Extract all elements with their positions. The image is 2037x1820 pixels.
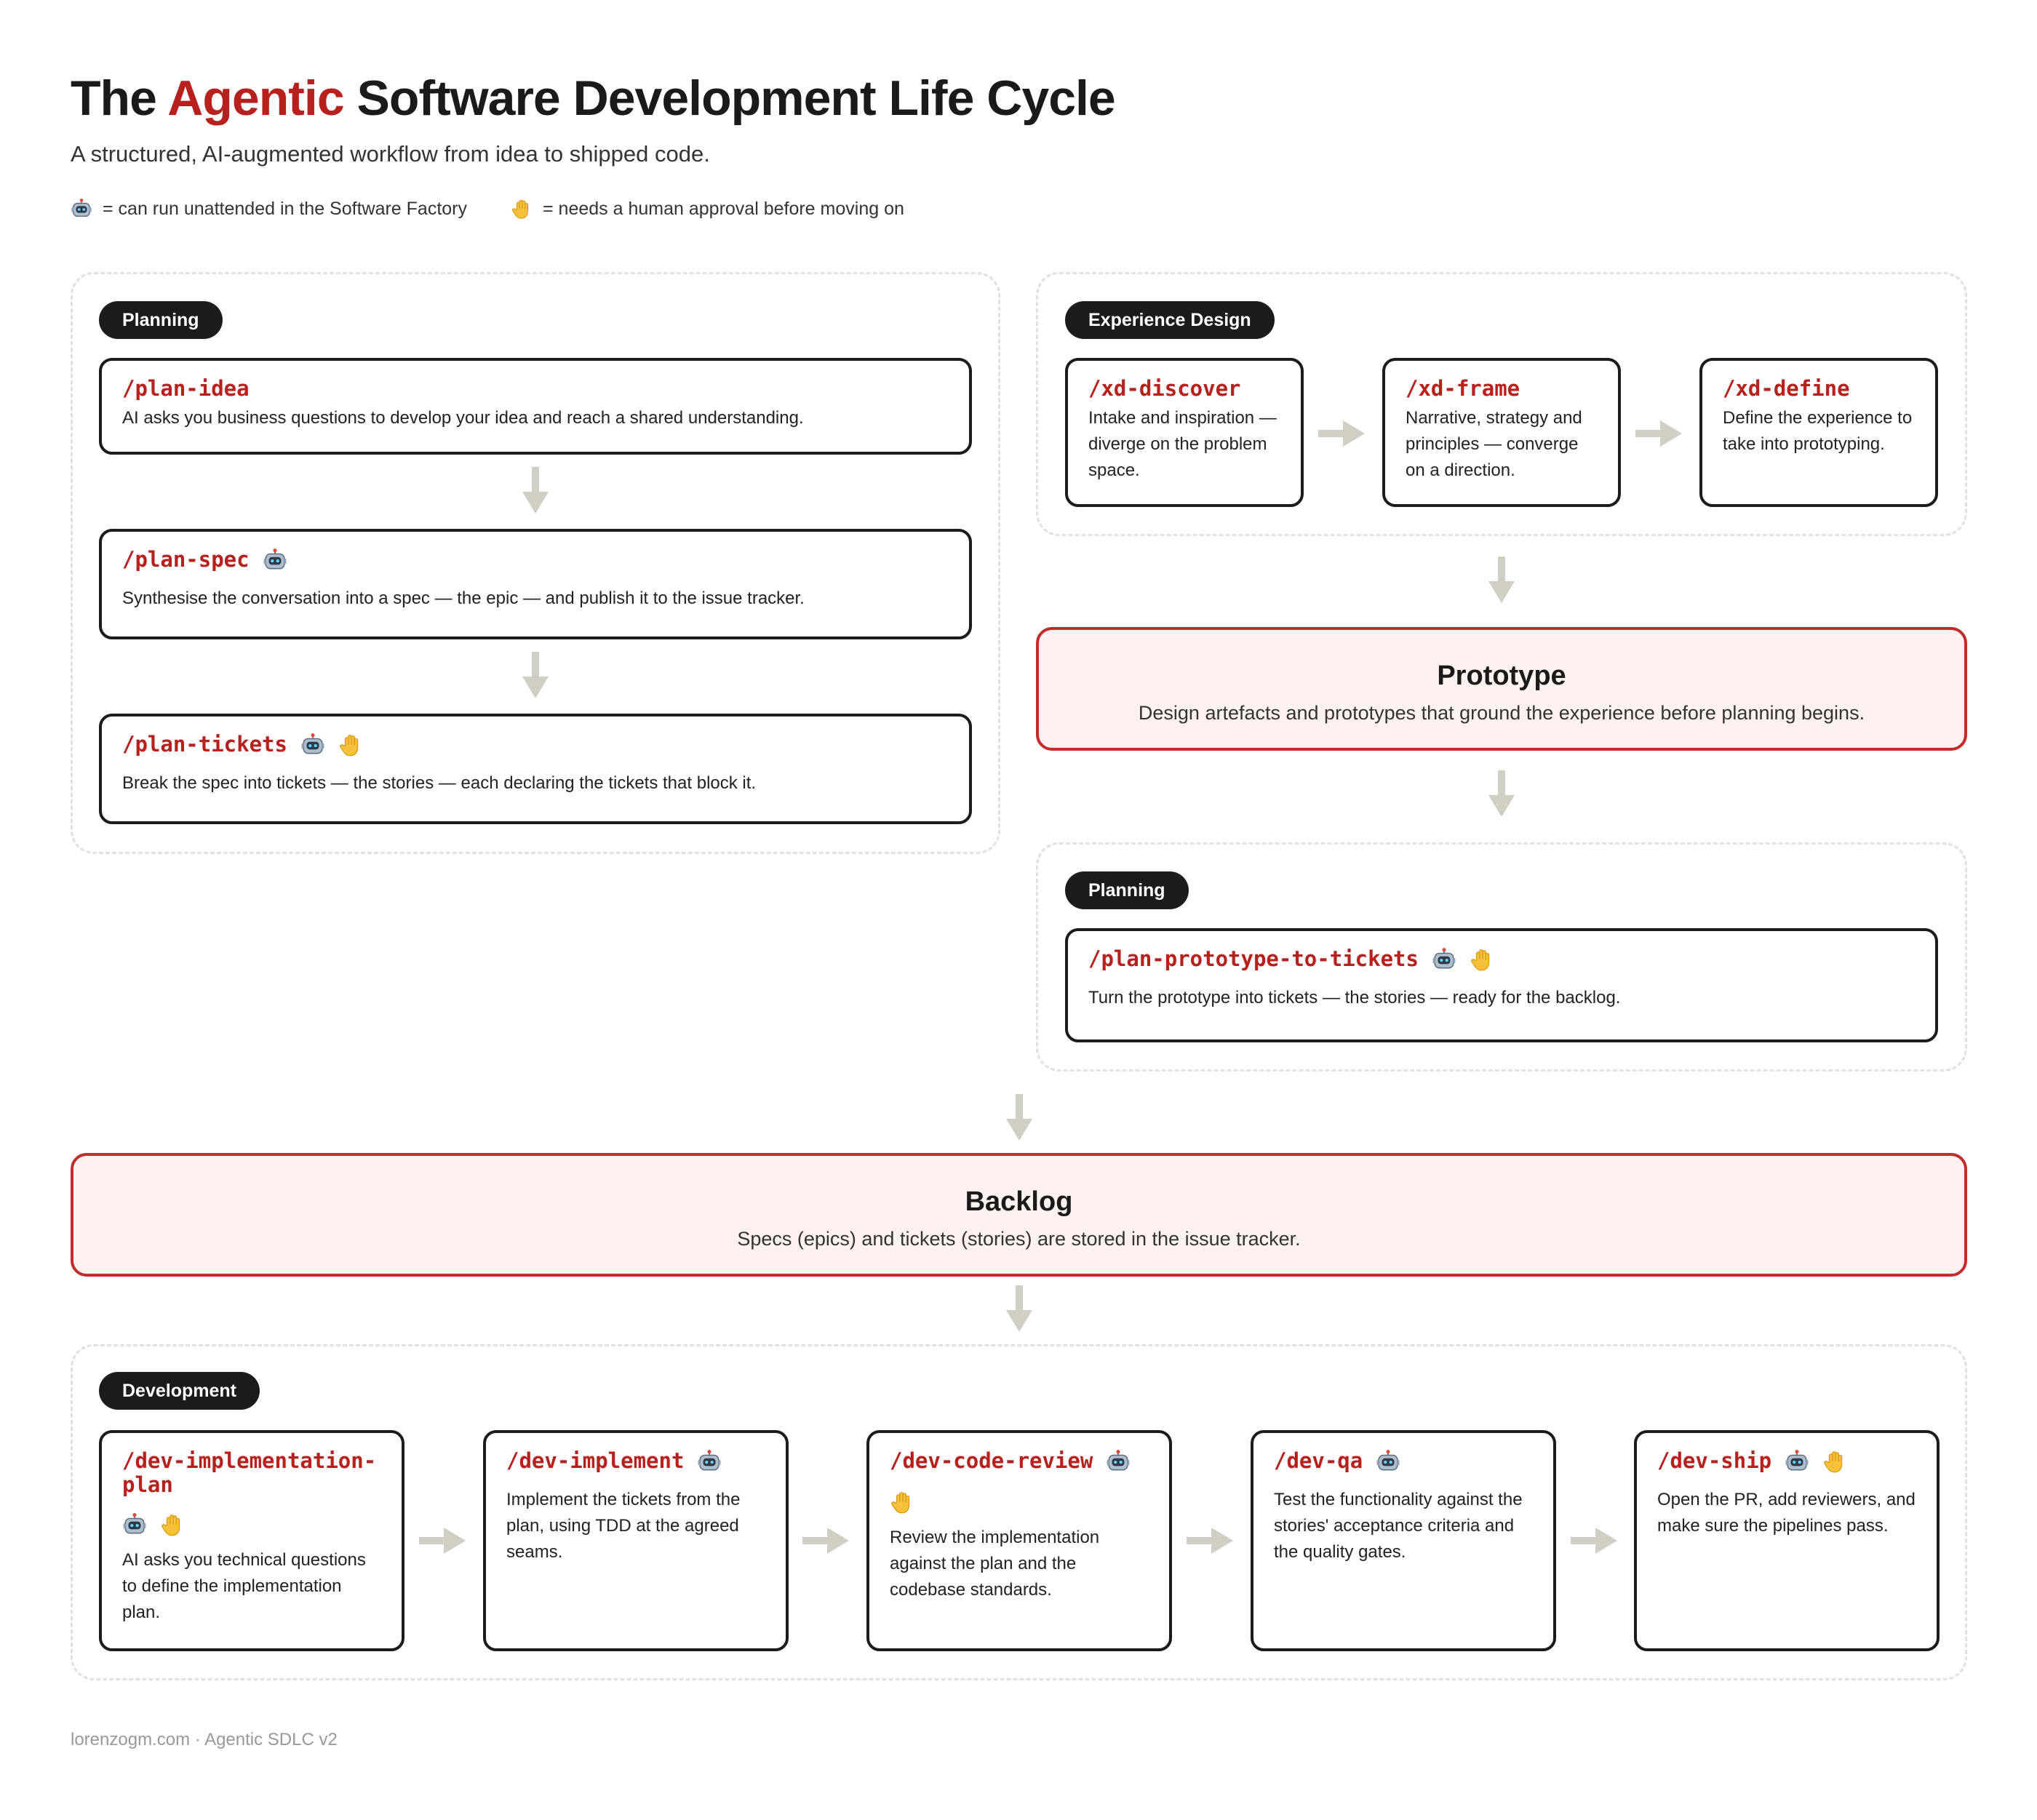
dev-ship-card[interactable]: /dev-ship Open the PR, add reviewers, an… — [1634, 1430, 1940, 1651]
card-title: /plan-tickets — [122, 732, 949, 757]
arrow-down-icon — [1005, 1094, 1034, 1141]
command-name: /dev-ship — [1657, 1448, 1772, 1474]
card-description: Open the PR, add reviewers, and make sur… — [1657, 1490, 1916, 1536]
card-description: Synthesise the conversation into a spec … — [122, 588, 805, 608]
robot-icon — [263, 548, 287, 572]
title-suffix: Software Development Life Cycle — [356, 71, 1116, 126]
robot-icon — [1106, 1449, 1131, 1474]
legend-robot-text: = can run unattended in the Software Fac… — [103, 198, 468, 219]
footer-credit: lorenzogm.com · Agentic SDLC v2 — [71, 1730, 338, 1749]
card-title: /dev-qa — [1274, 1448, 1533, 1474]
xd-discover-card[interactable]: /xd-discover Intake and inspiration — di… — [1065, 358, 1304, 507]
stage-description: Specs (epics) and tickets (stories) are … — [737, 1228, 1301, 1250]
command-name: /xd-define — [1723, 376, 1850, 401]
planning-label: Planning — [99, 301, 223, 339]
card-icons — [890, 1490, 1149, 1514]
robot-icon — [1432, 947, 1456, 972]
hand-icon — [338, 733, 363, 757]
plan-prototype-to-tickets-card[interactable]: /plan-prototype-to-tickets Turn the prot… — [1065, 928, 1938, 1042]
hand-icon — [511, 198, 533, 220]
planning-prototype-label: Planning — [1065, 871, 1189, 909]
card-description: Intake and inspiration — diverge on the … — [1088, 408, 1277, 481]
card-description: Define the experience to take into proto… — [1723, 408, 1913, 455]
command-name: /xd-frame — [1406, 376, 1520, 401]
hand-icon — [1822, 1449, 1847, 1474]
backlog-stage: Backlog Specs (epics) and tickets (stori… — [71, 1153, 1967, 1277]
arrow-right-icon — [1635, 419, 1682, 448]
arrow-right-icon — [1571, 1526, 1617, 1555]
card-title: /plan-prototype-to-tickets — [1088, 946, 1915, 972]
command-name: /dev-implementation-plan — [122, 1448, 377, 1498]
robot-icon — [300, 733, 325, 757]
page-title: The Agentic Software Development Life Cy… — [71, 70, 1116, 127]
card-description: Narrative, strategy and principles — con… — [1406, 408, 1582, 481]
arrow-down-icon — [521, 652, 550, 698]
plan-tickets-card[interactable]: /plan-tickets Break the spec into ticket… — [99, 714, 972, 824]
card-title: /xd-define — [1723, 376, 1915, 401]
card-title: /xd-frame — [1406, 376, 1598, 401]
card-description: Implement the tickets from the plan, usi… — [506, 1490, 741, 1562]
card-title: /xd-discover — [1088, 376, 1280, 401]
robot-icon — [71, 198, 92, 220]
card-description: Review the implementation against the pl… — [890, 1528, 1100, 1600]
hand-icon — [160, 1512, 185, 1537]
card-title: /plan-idea — [122, 376, 949, 401]
arrow-down-icon — [1005, 1285, 1034, 1332]
experience-design-label: Experience Design — [1065, 301, 1275, 339]
card-title: /dev-ship — [1657, 1448, 1916, 1474]
card-description: AI asks you business questions to develo… — [122, 408, 804, 428]
command-name: /plan-tickets — [122, 732, 287, 757]
command-name: /plan-spec — [122, 547, 250, 572]
arrow-right-icon — [1187, 1526, 1233, 1555]
stage-description: Design artefacts and prototypes that gro… — [1138, 702, 1865, 724]
robot-icon — [122, 1512, 147, 1537]
page-subtitle: A structured, AI-augmented workflow from… — [71, 141, 710, 167]
plan-spec-card[interactable]: /plan-spec Synthesise the conversation i… — [99, 529, 972, 639]
arrow-right-icon — [1318, 419, 1365, 448]
command-name: /plan-prototype-to-tickets — [1088, 946, 1419, 972]
dev-code-review-card[interactable]: /dev-code-review Review the implementati… — [866, 1430, 1172, 1651]
arrow-down-icon — [521, 467, 550, 514]
command-name: /plan-idea — [122, 376, 250, 401]
xd-define-card[interactable]: /xd-define Define the experience to take… — [1699, 358, 1938, 507]
card-description: Break the spec into tickets — the storie… — [122, 773, 757, 793]
card-description: Turn the prototype into tickets — the st… — [1088, 988, 1621, 1007]
card-icons — [122, 1512, 381, 1537]
title-accent: Agentic — [167, 71, 344, 126]
prototype-stage: Prototype Design artefacts and prototype… — [1036, 627, 1967, 751]
legend-hand-text: = needs a human approval before moving o… — [543, 198, 904, 219]
development-label: Development — [99, 1372, 260, 1410]
command-name: /xd-discover — [1088, 376, 1241, 401]
dev-qa-card[interactable]: /dev-qa Test the functionality against t… — [1251, 1430, 1556, 1651]
stage-title: Backlog — [965, 1186, 1073, 1217]
dev-implementation-plan-card[interactable]: /dev-implementation-plan AI asks you tec… — [99, 1430, 404, 1651]
arrow-right-icon — [802, 1526, 849, 1555]
arrow-down-icon — [1487, 556, 1516, 603]
card-title: /plan-spec — [122, 547, 949, 572]
hand-icon — [890, 1490, 914, 1514]
arrow-down-icon — [1487, 770, 1516, 817]
command-name: /dev-implement — [506, 1448, 685, 1474]
robot-icon — [697, 1449, 722, 1474]
card-description: AI asks you technical questions to defin… — [122, 1549, 366, 1622]
command-name: /dev-code-review — [890, 1448, 1093, 1474]
robot-icon — [1785, 1449, 1809, 1474]
legend-robot: = can run unattended in the Software Fac… — [71, 198, 467, 220]
arrow-right-icon — [419, 1526, 466, 1555]
xd-frame-card[interactable]: /xd-frame Narrative, strategy and princi… — [1382, 358, 1621, 507]
stage-title: Prototype — [1437, 660, 1566, 691]
command-name: /dev-qa — [1274, 1448, 1363, 1474]
hand-icon — [1470, 947, 1494, 972]
dev-implement-card[interactable]: /dev-implement Implement the tickets fro… — [483, 1430, 789, 1651]
card-title: /dev-code-review — [890, 1448, 1149, 1474]
robot-icon — [1376, 1449, 1400, 1474]
card-title: /dev-implementation-plan — [122, 1448, 381, 1498]
card-description: Test the functionality against the stori… — [1274, 1490, 1523, 1562]
card-title: /dev-implement — [506, 1448, 765, 1474]
title-prefix: The — [71, 71, 157, 126]
legend: = can run unattended in the Software Fac… — [71, 198, 904, 220]
plan-idea-card[interactable]: /plan-idea AI asks you business question… — [99, 358, 972, 455]
legend-hand: = needs a human approval before moving o… — [511, 198, 904, 220]
